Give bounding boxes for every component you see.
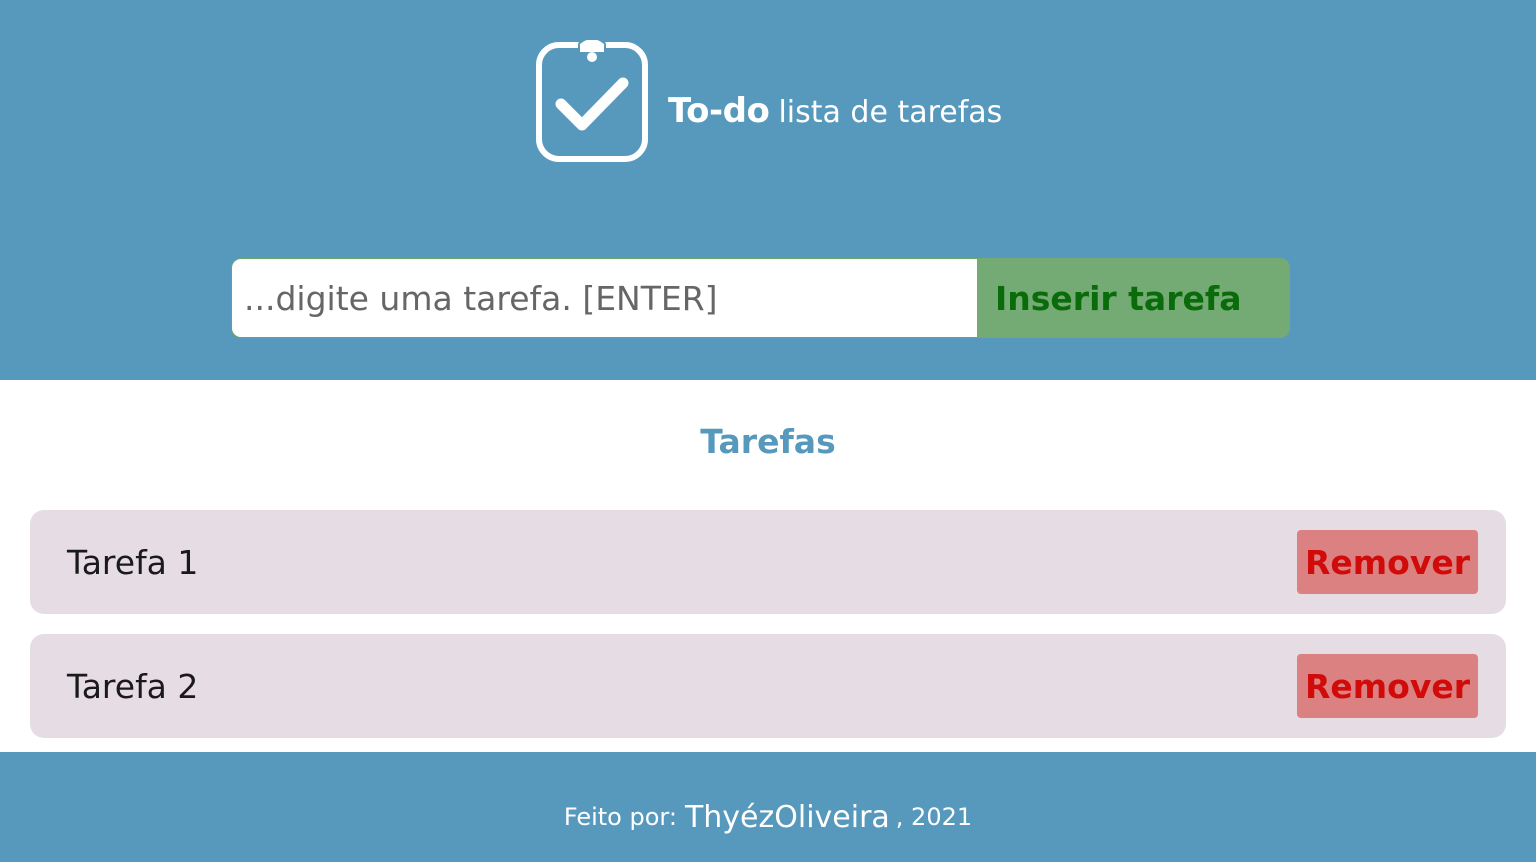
task-item: Tarefa 1 Remover bbox=[30, 510, 1506, 614]
task-label: Tarefa 2 bbox=[67, 666, 199, 706]
app-footer: Feito por: ThyézOliveira , 2021 bbox=[0, 752, 1536, 862]
insert-task-button[interactable]: Inserir tarefa bbox=[977, 258, 1290, 338]
task-input[interactable] bbox=[231, 258, 977, 338]
footer-year: , 2021 bbox=[895, 803, 973, 831]
footer-author: ThyézOliveira bbox=[684, 799, 890, 835]
clipboard-check-icon bbox=[536, 40, 648, 162]
remove-task-button[interactable]: Remover bbox=[1296, 530, 1478, 594]
app-title: To-do lista de tarefas bbox=[668, 91, 1002, 131]
app-title-strong: To-do bbox=[668, 91, 770, 131]
brand: To-do lista de tarefas bbox=[536, 40, 1002, 162]
tasks-heading: Tarefas bbox=[700, 422, 836, 461]
app-header: To-do lista de tarefas Inserir tarefa bbox=[0, 0, 1536, 380]
task-item: Tarefa 2 Remover bbox=[30, 634, 1506, 738]
add-task-form: Inserir tarefa bbox=[231, 258, 1290, 338]
footer-prefix: Feito por: bbox=[563, 803, 677, 831]
task-label: Tarefa 1 bbox=[67, 542, 199, 582]
app-title-subtitle: lista de tarefas bbox=[778, 95, 1003, 130]
remove-task-button[interactable]: Remover bbox=[1296, 654, 1478, 718]
task-list: Tarefa 1 Remover Tarefa 2 Remover bbox=[30, 510, 1506, 758]
